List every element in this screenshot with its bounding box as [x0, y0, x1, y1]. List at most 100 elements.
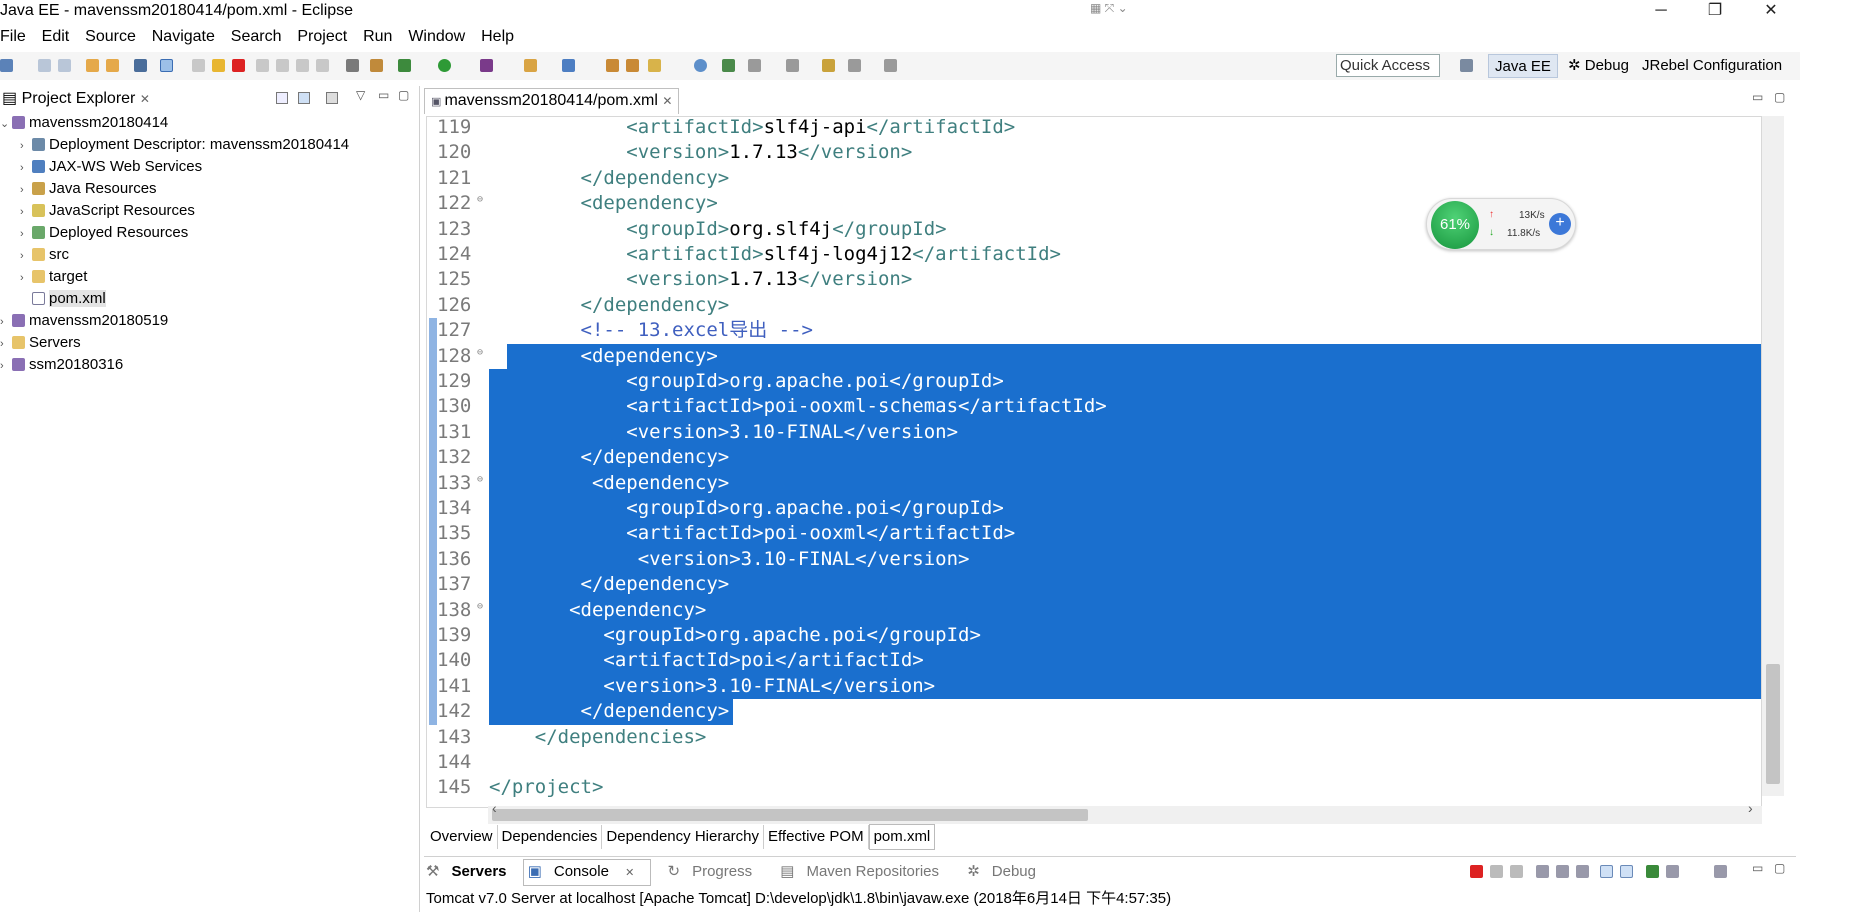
web-browser-icon[interactable] — [694, 59, 707, 72]
collapsed-arrow-icon[interactable]: › — [20, 179, 32, 201]
code-line[interactable]: 134 <groupId>org.apache.poi</groupId> — [427, 496, 1761, 522]
filter-icon[interactable] — [326, 92, 338, 104]
open-type-icon[interactable] — [86, 59, 99, 72]
close-icon[interactable]: ✕ — [140, 92, 150, 106]
resume-icon[interactable] — [192, 59, 205, 72]
project-explorer-tab[interactable]: ▤ Project Explorer ✕ — [0, 86, 150, 112]
step-return-icon[interactable] — [316, 59, 329, 72]
maximize-editor-icon[interactable]: ▢ — [1774, 90, 1785, 104]
debug-icon[interactable] — [398, 59, 411, 72]
forward-icon[interactable] — [884, 59, 897, 72]
code-line[interactable]: 140 <artifactId>poi</artifactId> — [427, 648, 1761, 674]
link-with-editor-icon[interactable] — [298, 92, 310, 104]
code-line[interactable]: 142 </dependency> — [427, 699, 1761, 725]
perspective-jrebel[interactable]: JRebel Configuration — [1642, 54, 1782, 78]
collapsed-arrow-icon[interactable]: › — [20, 267, 32, 289]
close-icon[interactable]: ✕ — [625, 861, 634, 885]
annotation-icon[interactable] — [722, 59, 735, 72]
menu-window[interactable]: Window — [408, 26, 465, 48]
terminate-icon[interactable] — [232, 59, 245, 72]
tree-item-ssm20180316[interactable]: › ssm20180316 — [0, 354, 123, 376]
menu-edit[interactable]: Edit — [42, 26, 70, 48]
open-perspective-icon[interactable] — [1460, 59, 1473, 72]
menu-search[interactable]: Search — [231, 26, 282, 48]
back-icon[interactable] — [848, 59, 861, 72]
quick-access-input[interactable]: Quick Access — [1336, 54, 1440, 77]
tab-pom-xml[interactable]: pom.xml — [868, 824, 936, 850]
menu-source[interactable]: Source — [85, 26, 136, 48]
collapsed-arrow-icon[interactable]: › — [0, 355, 12, 377]
open-project-icon[interactable] — [626, 59, 639, 72]
console-icon[interactable] — [134, 59, 147, 72]
network-monitor-widget[interactable]: 61% ↑ 13K/s ↓ 11.8K/s + — [1426, 198, 1576, 250]
step-into-icon[interactable] — [276, 59, 289, 72]
editor-tab-pom-xml[interactable]: ▣ mavenssm20180414/pom.xml ✕ — [424, 88, 680, 114]
last-edit-icon[interactable] — [786, 59, 799, 72]
menu-help[interactable]: Help — [481, 26, 514, 48]
code-line[interactable]: 145 </project> — [427, 775, 1761, 800]
tree-item-servers[interactable]: › Servers — [0, 332, 81, 354]
tree-item-target[interactable]: › target — [20, 266, 87, 288]
perspective-java-ee[interactable]: Java EE — [1488, 54, 1558, 78]
code-line[interactable]: 121 </dependency> — [427, 166, 1761, 191]
tab-console[interactable]: ▣ Console ✕ — [522, 859, 652, 886]
expanded-arrow-icon[interactable]: ⌄ — [0, 113, 12, 135]
minimize-editor-icon[interactable]: ▭ — [1752, 90, 1763, 104]
code-line[interactable]: 125 <version>1.7.13</version> — [427, 267, 1761, 292]
tree-item-src[interactable]: › src — [20, 244, 69, 266]
close-icon[interactable]: ✕ — [662, 94, 672, 108]
skip-breakpoints-icon[interactable] — [160, 59, 173, 72]
view-menu-icon[interactable]: ▽ — [356, 88, 365, 102]
coverage-icon[interactable] — [480, 59, 493, 72]
tree-item-mavenssm20180519[interactable]: › mavenssm20180519 — [0, 310, 168, 332]
tree-item-mavenssm20180414[interactable]: ⌄ mavenssm20180414 — [0, 112, 168, 134]
menu-file[interactable]: File — [0, 26, 26, 48]
maximize-view-icon[interactable]: ▢ — [398, 88, 409, 102]
fold-icon[interactable]: ⊖ — [477, 467, 483, 492]
menu-navigate[interactable]: Navigate — [152, 26, 215, 48]
code-line[interactable]: 141 <version>3.10-FINAL</version> — [427, 673, 1761, 700]
code-line[interactable]: 137 </dependency> — [427, 572, 1761, 598]
tab-dependency-hierarchy[interactable]: Dependency Hierarchy — [602, 825, 764, 849]
terminate-icon[interactable] — [1470, 865, 1483, 878]
code-line[interactable]: 143 </dependencies> — [427, 725, 1761, 750]
collapsed-arrow-icon[interactable]: › — [20, 157, 32, 179]
menu-run[interactable]: Run — [363, 26, 392, 48]
minimize-view-icon[interactable]: ▭ — [1752, 861, 1763, 875]
clear-console-icon[interactable] — [1536, 865, 1549, 878]
tree-item-pom-xml[interactable]: pom.xml — [20, 288, 106, 310]
code-line[interactable]: 136 <version>3.10-FINAL</version> — [427, 546, 1761, 573]
scroll-right-arrow-icon[interactable]: › — [1748, 800, 1753, 816]
collapsed-arrow-icon[interactable]: › — [20, 135, 32, 157]
open-console-icon[interactable] — [1714, 865, 1727, 878]
code-line[interactable]: 130 <artifactId>poi-ooxml-schemas</artif… — [427, 394, 1761, 420]
pin-console-icon[interactable] — [1646, 865, 1659, 878]
fold-icon[interactable]: ⊖ — [477, 340, 483, 365]
menu-project[interactable]: Project — [297, 26, 347, 48]
window-layout-icon[interactable]: ▦ ⤧ ⌄ — [1090, 1, 1128, 16]
tree-item-jax-ws[interactable]: › JAX-WS Web Services — [20, 156, 202, 178]
code-line[interactable]: 129 <groupId>org.apache.poi</groupId> — [427, 369, 1761, 395]
scroll-left-arrow-icon[interactable]: ‹ — [492, 800, 497, 816]
fold-icon[interactable]: ⊖ — [477, 187, 483, 212]
save-icon[interactable] — [38, 59, 51, 72]
new-server-icon[interactable] — [562, 59, 575, 72]
toggle-mark-icon[interactable] — [346, 59, 359, 72]
code-line[interactable]: 144 — [427, 750, 1761, 775]
code-line[interactable]: 131 <version>3.10-FINAL</version> — [427, 419, 1761, 446]
scroll-lock-icon[interactable] — [1556, 865, 1569, 878]
minimize-view-icon[interactable]: ▭ — [378, 88, 389, 102]
show-on-error-icon[interactable] — [1620, 865, 1633, 878]
maximize-button[interactable]: ❐ — [1688, 0, 1742, 24]
perspective-debug[interactable]: ✲ Debug — [1568, 54, 1629, 78]
code-line[interactable]: 133 ⊖ <dependency> — [427, 470, 1761, 496]
open-folder-icon[interactable] — [606, 59, 619, 72]
search-icon[interactable] — [648, 59, 661, 72]
remove-all-icon[interactable] — [1510, 865, 1523, 878]
tree-item-deployment-descriptor[interactable]: › Deployment Descriptor: mavenssm20180414 — [20, 134, 349, 156]
code-line[interactable]: 128 ⊖ <dependency> — [427, 343, 1761, 369]
code-line[interactable]: 126 </dependency> — [427, 293, 1761, 318]
code-line[interactable]: 138 ⊖ <dependency> — [427, 597, 1761, 623]
build-icon[interactable] — [370, 59, 383, 72]
tree-item-java-resources[interactable]: › Java Resources — [20, 178, 157, 200]
